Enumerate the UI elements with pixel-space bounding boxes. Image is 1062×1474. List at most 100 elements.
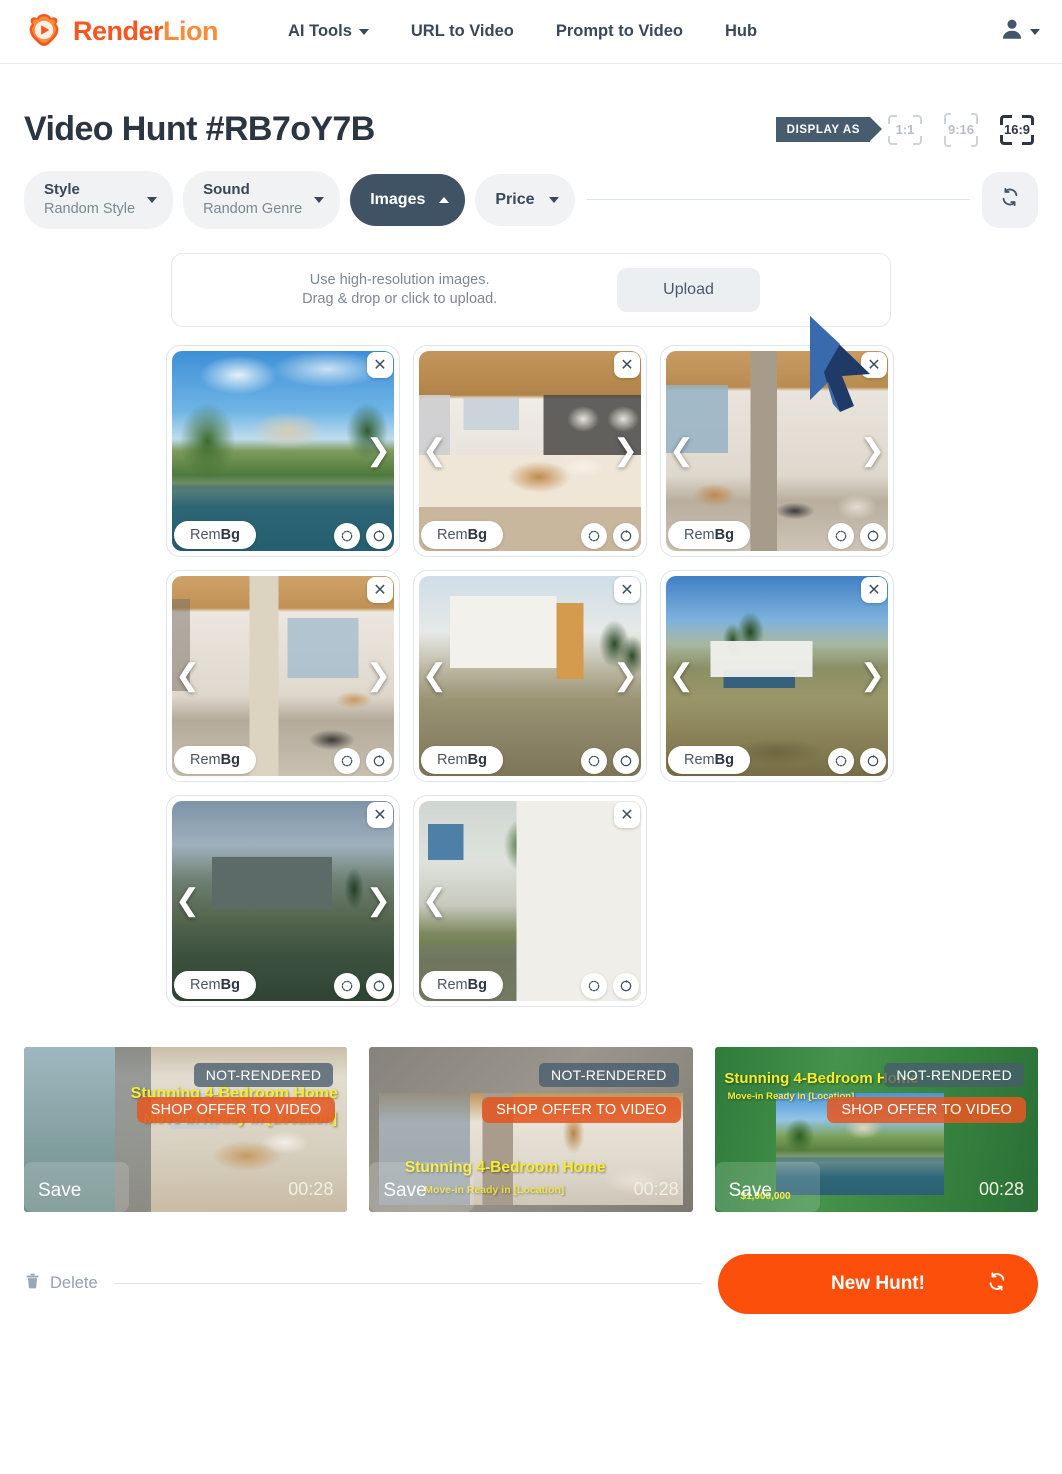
- video-result-card[interactable]: Stunning 4-Bedroom Home Move-in Ready in…: [24, 1046, 348, 1212]
- image-card[interactable]: ✕ ❮ RemBg: [413, 794, 647, 1007]
- prev-image-button[interactable]: ❮: [175, 885, 200, 916]
- image-card[interactable]: ✕ ❯ RemBg: [166, 344, 400, 557]
- filter-price[interactable]: Price: [475, 173, 575, 226]
- image-card[interactable]: ✕ ❮ ❯ RemBg: [166, 794, 400, 1007]
- rotate-left-icon[interactable]: [828, 747, 854, 774]
- bracket-corner-icon: [888, 114, 897, 124]
- remove-background-button[interactable]: RemBg: [174, 520, 256, 549]
- rotate-left-icon[interactable]: [581, 972, 607, 999]
- rotate-right-icon[interactable]: [366, 522, 392, 549]
- next-image-button[interactable]: ❯: [366, 435, 391, 466]
- video-result-card[interactable]: Stunning 4-Bedroom Home Move-in Ready in…: [714, 1046, 1038, 1212]
- prev-image-button[interactable]: ❮: [422, 435, 447, 466]
- filters-refresh-button[interactable]: [982, 171, 1038, 228]
- image-card[interactable]: ✕ ❮ ❯ RemBg: [413, 569, 647, 782]
- remove-background-button[interactable]: RemBg: [668, 745, 750, 774]
- image-grid: ✕ ❯ RemBg ✕ ❮ ❯ RemBg ✕ ❮ ❯ RemBg ✕ ❮ ❯ …: [166, 344, 896, 1007]
- prev-image-button[interactable]: ❮: [669, 660, 694, 691]
- filter-sound[interactable]: Sound Random Genre: [183, 171, 341, 229]
- remove-background-button[interactable]: RemBg: [174, 745, 256, 774]
- prev-image-button[interactable]: ❮: [175, 660, 200, 691]
- ratio-button-1-1[interactable]: 1:1: [884, 112, 926, 148]
- video-save-button[interactable]: Save: [729, 1180, 772, 1202]
- filter-bar: Style Random Style Sound Random Genre Im…: [24, 171, 1038, 229]
- rotate-right-icon[interactable]: [613, 747, 639, 774]
- rotate-left-icon[interactable]: [828, 522, 854, 549]
- remove-image-button[interactable]: ✕: [861, 576, 887, 603]
- remove-background-button[interactable]: RemBg: [421, 745, 503, 774]
- remove-image-button[interactable]: ✕: [367, 801, 393, 828]
- display-as-badge: DISPLAY AS: [775, 117, 883, 142]
- next-image-button[interactable]: ❯: [613, 435, 638, 466]
- remove-background-button[interactable]: RemBg: [421, 520, 503, 549]
- prev-image-button[interactable]: ❮: [669, 435, 694, 466]
- bracket-corner-icon: [944, 112, 951, 124]
- new-hunt-button[interactable]: New Hunt!: [718, 1253, 1038, 1314]
- remove-background-button[interactable]: RemBg: [174, 970, 256, 999]
- ratio-button-16-9[interactable]: 16:9: [996, 112, 1038, 148]
- video-status-badge: NOT-RENDERED: [193, 1062, 334, 1087]
- rembg-suffix: Bg: [714, 526, 734, 543]
- rotate-controls: [581, 747, 639, 774]
- next-image-button[interactable]: ❯: [613, 660, 638, 691]
- upload-dropzone[interactable]: Use high-resolution images. Drag & drop …: [171, 252, 891, 327]
- chevron-down-icon: [358, 28, 369, 35]
- title-row: Video Hunt #RB7oY7B DISPLAY AS 1:1 9:16: [24, 64, 1038, 149]
- remove-image-button[interactable]: ✕: [367, 351, 393, 378]
- account-menu[interactable]: [999, 16, 1040, 47]
- rotate-right-icon[interactable]: [366, 747, 392, 774]
- bracket-corner-icon: [971, 135, 978, 147]
- rotate-controls: [334, 972, 392, 999]
- page-body: Video Hunt #RB7oY7B DISPLAY AS 1:1 9:16: [0, 64, 1062, 1314]
- remove-image-button[interactable]: ✕: [614, 351, 640, 378]
- nav-item-ai-tools[interactable]: AI Tools: [288, 22, 369, 41]
- next-image-button[interactable]: ❯: [860, 660, 885, 691]
- rotate-left-icon[interactable]: [581, 747, 607, 774]
- rotate-left-icon[interactable]: [334, 972, 360, 999]
- nav-item-hub[interactable]: Hub: [725, 22, 757, 41]
- next-image-button[interactable]: ❯: [366, 660, 391, 691]
- rotate-right-icon[interactable]: [613, 972, 639, 999]
- image-card[interactable]: ✕ ❮ ❯ RemBg: [660, 344, 894, 557]
- image-card[interactable]: ✕ ❮ ❯ RemBg: [166, 569, 400, 782]
- filter-style-label: Style: [44, 181, 80, 198]
- next-image-button[interactable]: ❯: [860, 435, 885, 466]
- video-result-card[interactable]: Stunning 4-Bedroom Home Move-in Ready in…: [369, 1046, 693, 1212]
- rotate-controls: [828, 522, 886, 549]
- image-card[interactable]: ✕ ❮ ❯ RemBg: [660, 569, 894, 782]
- filter-style[interactable]: Style Random Style: [24, 171, 174, 229]
- rotate-right-icon[interactable]: [860, 522, 886, 549]
- video-offer-badge: SHOP OFFER TO VIDEO: [827, 1096, 1026, 1123]
- video-save-button[interactable]: Save: [38, 1180, 81, 1202]
- video-offer-badge: SHOP OFFER TO VIDEO: [482, 1096, 681, 1123]
- rotate-right-icon[interactable]: [613, 522, 639, 549]
- rotate-right-icon[interactable]: [366, 972, 392, 999]
- new-hunt-label: New Hunt!: [831, 1272, 925, 1294]
- brand-part1: Render: [73, 16, 164, 46]
- upload-button[interactable]: Upload: [617, 267, 760, 312]
- remove-image-button[interactable]: ✕: [614, 801, 640, 828]
- ratio-button-9-16[interactable]: 9:16: [940, 112, 982, 148]
- filter-images[interactable]: Images: [350, 173, 466, 226]
- remove-background-button[interactable]: RemBg: [668, 520, 750, 549]
- remove-background-button[interactable]: RemBg: [421, 970, 503, 999]
- remove-image-button[interactable]: ✕: [861, 351, 887, 378]
- video-save-button[interactable]: Save: [383, 1180, 426, 1202]
- rotate-left-icon[interactable]: [334, 747, 360, 774]
- rotate-left-icon[interactable]: [334, 522, 360, 549]
- trash-icon: [24, 1272, 41, 1295]
- next-image-button[interactable]: ❯: [366, 885, 391, 916]
- prev-image-button[interactable]: ❮: [422, 660, 447, 691]
- image-card[interactable]: ✕ ❮ ❯ RemBg: [413, 344, 647, 557]
- remove-image-button[interactable]: ✕: [367, 576, 393, 603]
- brand-logo[interactable]: RenderLion: [24, 12, 219, 52]
- nav-item-prompt-to-video[interactable]: Prompt to Video: [556, 22, 683, 41]
- remove-image-button[interactable]: ✕: [614, 576, 640, 603]
- prev-image-button[interactable]: ❮: [422, 885, 447, 916]
- rotate-right-icon[interactable]: [860, 747, 886, 774]
- upload-hint: Use high-resolution images. Drag & drop …: [302, 271, 497, 309]
- rotate-left-icon[interactable]: [581, 522, 607, 549]
- delete-button[interactable]: Delete: [24, 1272, 98, 1295]
- nav-item-url-to-video[interactable]: URL to Video: [411, 22, 514, 41]
- bracket-corner-icon: [971, 112, 978, 124]
